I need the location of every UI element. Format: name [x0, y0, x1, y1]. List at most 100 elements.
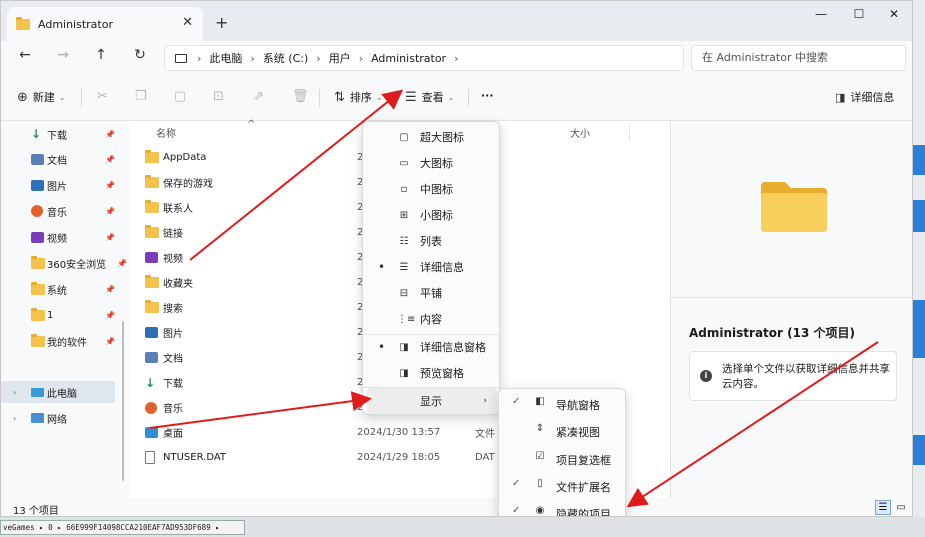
pin-icon[interactable]: 📌: [105, 207, 115, 216]
refresh-button[interactable]: ↻: [130, 47, 150, 63]
sidebar-item-pictures[interactable]: 图片 📌: [1, 174, 129, 196]
details-hint: 选择单个文件以获取详细信息并共享云内容。: [722, 363, 890, 390]
details-view-toggle[interactable]: ☰: [875, 500, 891, 515]
network-icon: [31, 413, 44, 423]
submenu-item-navigation-pane[interactable]: ✓ ◧ 导航窗格: [503, 390, 623, 417]
pin-icon[interactable]: 📌: [105, 311, 115, 320]
details-icon: ☰: [399, 261, 409, 273]
address-bar[interactable]: › 此电脑 › 系统 (C:) › 用户 › Administrator ›: [164, 45, 684, 71]
paste-button[interactable]: ▢: [174, 89, 191, 104]
music-icon: [31, 205, 43, 217]
menu-item-content[interactable]: ⋮≡ 内容: [367, 306, 497, 332]
cut-button[interactable]: ✂: [97, 89, 113, 104]
chevron-right-icon: ›: [454, 51, 459, 65]
menu-item-label: 列表: [420, 235, 442, 248]
pin-icon[interactable]: 📌: [105, 285, 115, 294]
rename-button[interactable]: ⊡: [213, 89, 229, 104]
chevron-right-icon[interactable]: ›: [13, 414, 16, 423]
view-button[interactable]: ☰ 查看 ⌄: [405, 89, 454, 105]
new-tab-button[interactable]: +: [215, 13, 228, 32]
menu-item-show[interactable]: 显示 ›: [367, 388, 497, 414]
submenu-item-file-extensions[interactable]: ✓ ▯ 文件扩展名: [503, 472, 623, 499]
breadcrumb-this-pc[interactable]: 此电脑: [209, 50, 242, 66]
folder-icon: [16, 16, 30, 30]
background-path-bar: veGames ▸ 0 ▸ 66E999F14098CCA210EAF7AD95…: [0, 520, 245, 535]
details-toggle-button[interactable]: ◨ 详细信息: [835, 89, 894, 105]
folder-icon: [145, 300, 159, 313]
sort-up-icon: ^: [247, 119, 256, 130]
pin-icon[interactable]: 📌: [105, 130, 115, 139]
maximize-button[interactable]: ☐: [839, 7, 879, 27]
sidebar-item-label: 下载: [47, 130, 67, 142]
menu-item-list[interactable]: ☷ 列表: [367, 228, 497, 254]
menu-item-small-icons[interactable]: ⊞ 小图标: [367, 202, 497, 228]
thumbnail-view-toggle[interactable]: ▭: [893, 500, 909, 515]
sidebar-item-label: 音乐: [47, 207, 67, 219]
more-options-button[interactable]: ···: [481, 89, 494, 102]
forward-button[interactable]: →: [53, 47, 73, 63]
check-icon: ✓: [512, 505, 521, 516]
menu-item-tiles[interactable]: ⊟ 平铺: [367, 280, 497, 306]
sidebar-item-music[interactable]: 音乐 📌: [1, 200, 129, 222]
copy-button[interactable]: ❐: [135, 89, 152, 104]
pin-icon[interactable]: 📌: [105, 233, 115, 242]
sidebar-item-videos[interactable]: 视频 📌: [1, 226, 129, 248]
search-input[interactable]: 在 Administrator 中搜索: [691, 45, 906, 71]
pin-icon[interactable]: 📌: [105, 181, 115, 190]
column-header-size[interactable]: 大小: [570, 125, 590, 140]
sidebar-item-this-pc[interactable]: › 此电脑: [1, 381, 115, 403]
checkbox-icon: ☑: [535, 451, 545, 462]
breadcrumb-users[interactable]: 用户: [329, 50, 351, 66]
sidebar-item-network[interactable]: › 网络: [1, 407, 129, 429]
details-pane-icon: ◨: [835, 90, 846, 104]
pin-icon[interactable]: 📌: [117, 259, 127, 268]
menu-item-label: 超大图标: [420, 131, 464, 144]
close-tab-icon[interactable]: ✕: [182, 15, 193, 30]
up-button[interactable]: ↑: [91, 47, 111, 63]
submenu-item-hidden-items[interactable]: ✓ ◉ 隐藏的项目: [503, 499, 623, 516]
column-divider: [629, 125, 630, 141]
menu-item-details[interactable]: • ☰ 详细信息: [367, 254, 497, 280]
column-header-name[interactable]: 名称: [156, 125, 176, 140]
close-window-button[interactable]: ✕: [874, 7, 912, 27]
file-name: 链接: [163, 229, 183, 240]
chevron-right-icon: ›: [483, 396, 487, 406]
pin-icon[interactable]: 📌: [105, 337, 115, 346]
navigation-pane: ↓ 下载 📌 文档 📌 图片 📌 音乐 📌 视频 📌 360安全浏览 📌 系统 …: [1, 121, 129, 498]
submenu-item-label: 紧凑视图: [556, 426, 600, 439]
menu-item-extra-large-icons[interactable]: ▢ 超大图标: [367, 124, 497, 150]
pictures-icon: [31, 179, 44, 191]
submenu-item-item-checkboxes[interactable]: ☑ 项目复选框: [503, 445, 623, 472]
sidebar-item-system[interactable]: 系统 📌: [1, 278, 129, 300]
tab-administrator[interactable]: Administrator ✕: [7, 7, 203, 41]
chevron-right-icon[interactable]: ›: [13, 388, 16, 397]
menu-item-details-pane[interactable]: • ◨ 详细信息窗格: [367, 334, 497, 360]
menu-item-medium-icons[interactable]: ▫ 中图标: [367, 176, 497, 202]
delete-button[interactable]: 🗑: [292, 89, 314, 104]
sidebar-item-label: 此电脑: [47, 388, 77, 400]
menu-item-large-icons[interactable]: ▭ 大图标: [367, 150, 497, 176]
download-icon: ↓: [31, 127, 42, 141]
pin-icon[interactable]: 📌: [105, 155, 115, 164]
sort-button[interactable]: ⇅ 排序 ⌄: [334, 89, 383, 105]
tiles-icon: ⊟: [399, 287, 409, 299]
file-name: 文档: [163, 354, 183, 365]
sidebar-item-label: 图片: [47, 181, 67, 193]
menu-item-preview-pane[interactable]: ◨ 预览窗格: [367, 360, 497, 386]
rename-icon: ⊡: [213, 89, 224, 104]
sidebar-item-downloads[interactable]: ↓ 下载 📌: [1, 123, 129, 145]
sidebar-item-360-browser[interactable]: 360安全浏览 📌: [1, 252, 129, 274]
monitor-icon: ▢: [399, 131, 409, 143]
new-button[interactable]: ⊕ 新建 ⌄: [17, 89, 66, 105]
share-button[interactable]: ⇗: [253, 89, 269, 104]
sort-icon: ⇅: [334, 89, 345, 105]
breadcrumb-system-c[interactable]: 系统 (C:): [263, 50, 308, 66]
sidebar-scrollbar[interactable]: [122, 321, 124, 481]
breadcrumb-administrator[interactable]: Administrator: [371, 52, 446, 65]
back-button[interactable]: ←: [15, 47, 35, 63]
sidebar-item-documents[interactable]: 文档 📌: [1, 148, 129, 170]
sidebar-item-my-software[interactable]: 我的软件 📌: [1, 330, 129, 352]
minimize-button[interactable]: —: [801, 7, 841, 27]
submenu-item-compact-view[interactable]: ⇕ 紧凑视图: [503, 417, 623, 444]
sidebar-item-1[interactable]: 1 📌: [1, 304, 129, 326]
